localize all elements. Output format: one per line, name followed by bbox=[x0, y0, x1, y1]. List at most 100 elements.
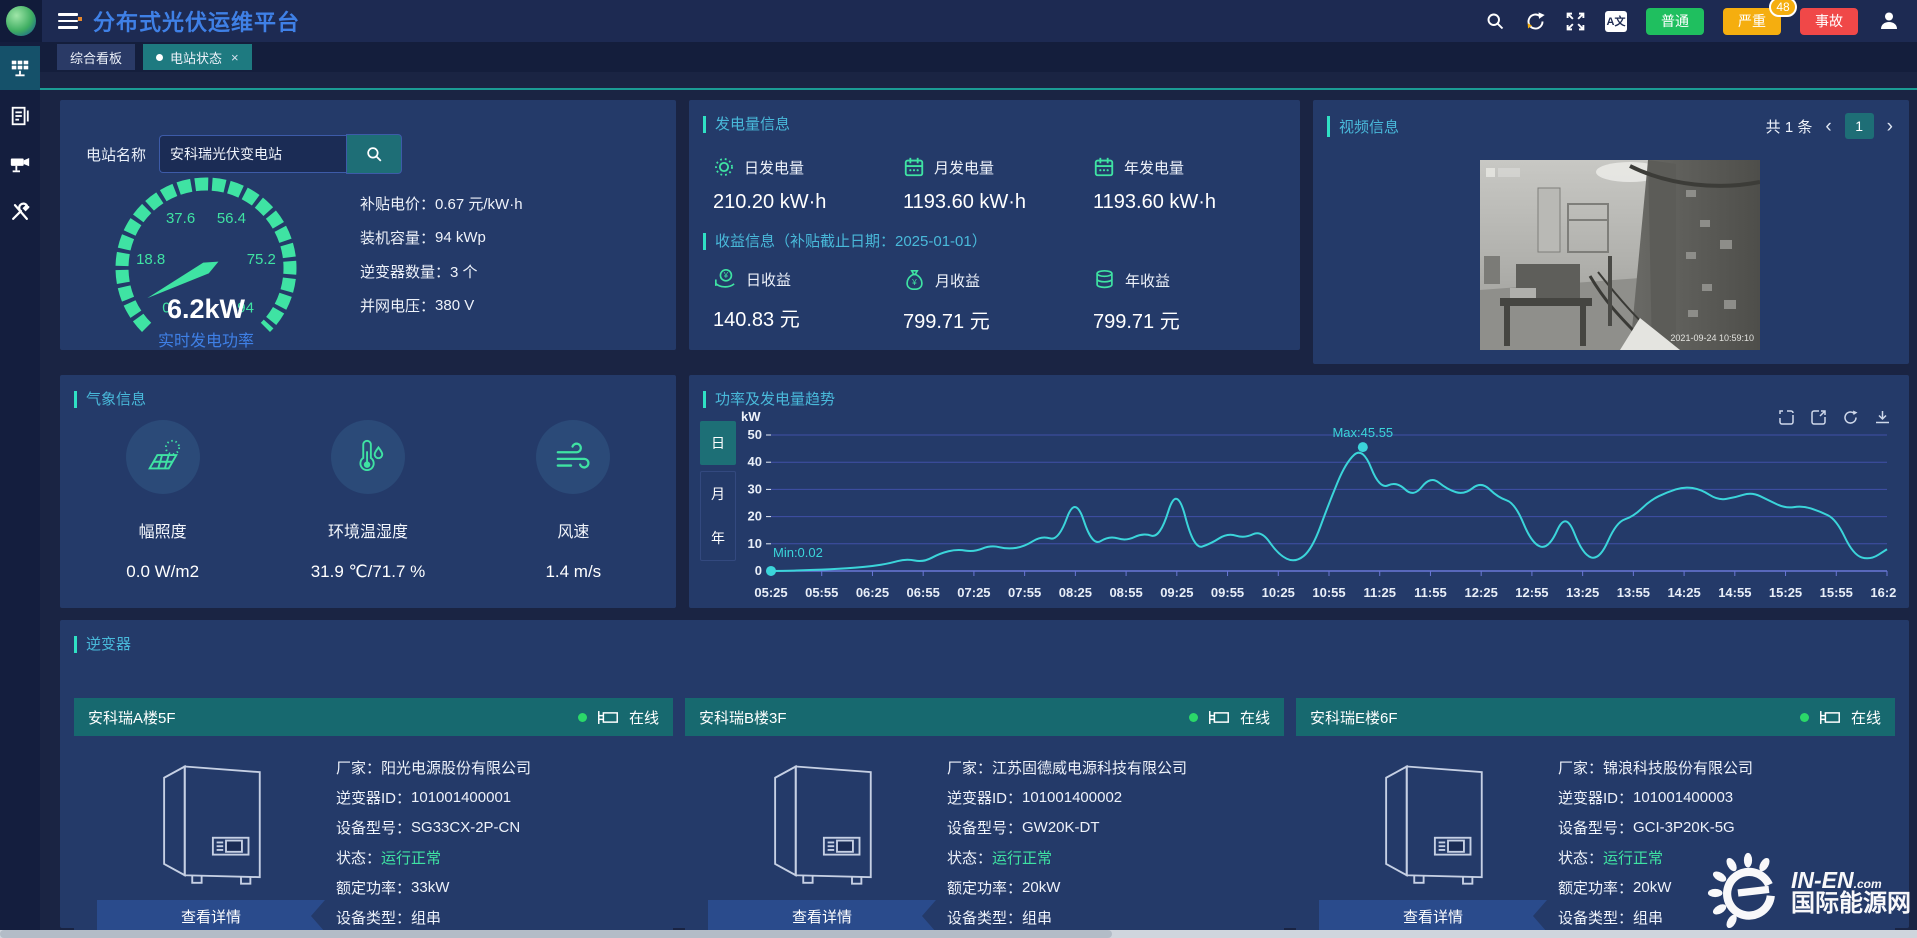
generation-grid: 日发电量 210.20 kW·h 月发电量 1193.60 kW·h 年发电量 … bbox=[713, 156, 1283, 214]
page-number[interactable]: 1 bbox=[1845, 113, 1874, 139]
calendar-icon bbox=[903, 156, 925, 178]
generation-title: 发电量信息 bbox=[703, 113, 790, 134]
alarm-severe-label: 严重 bbox=[1738, 11, 1766, 31]
alarm-accident-button[interactable]: 事故 bbox=[1800, 8, 1858, 35]
irradiance-icon bbox=[142, 438, 184, 476]
period-tab-month[interactable]: 月 bbox=[701, 472, 735, 516]
y-axis-unit: kW bbox=[741, 409, 761, 424]
generation-item: 年发电量 1193.60 kW·h bbox=[1093, 156, 1283, 214]
period-tab-year[interactable]: 年 bbox=[701, 516, 735, 560]
model-row: 设备型号：SG33CX-2P-CN bbox=[336, 812, 669, 842]
tab-station-status[interactable]: 电站状态 × bbox=[143, 44, 252, 70]
inverter-id-row: 逆变器ID：101001400003 bbox=[1558, 782, 1891, 812]
translate-icon[interactable]: A文 bbox=[1605, 11, 1627, 32]
trend-chart-title: 功率及发电量趋势 bbox=[703, 388, 835, 409]
tab-close-icon[interactable]: × bbox=[231, 50, 239, 65]
svg-text:40: 40 bbox=[748, 454, 762, 469]
generation-panel: 发电量信息 日发电量 210.20 kW·h 月发电量 1193.60 kW·h bbox=[689, 100, 1300, 350]
svg-text:20: 20 bbox=[748, 509, 762, 524]
severe-count-badge: 48 bbox=[1769, 0, 1797, 17]
temperature-humidity-value: 31.9 ℃/71.7 % bbox=[265, 562, 470, 582]
scrollbar-thumb[interactable] bbox=[0, 930, 1112, 938]
status-row: 状态：运行正常 bbox=[947, 842, 1280, 872]
refresh-icon[interactable] bbox=[1525, 11, 1546, 32]
menu-icon[interactable] bbox=[58, 13, 78, 29]
video-panel: 视频信息 共 1 条 ‹ 1 › bbox=[1313, 100, 1909, 364]
cctv-video-frame[interactable]: 2021-09-24 10:59:10 bbox=[1480, 160, 1760, 350]
watermark-brand-suffix: .com bbox=[1854, 877, 1882, 891]
alarm-normal-button[interactable]: 普通 bbox=[1646, 8, 1704, 35]
weather-panel: 气象信息 幅照度 0.0 W/m2 环境温湿度 31.9 ℃/71.7 % 风速… bbox=[60, 375, 676, 608]
gauge-value: 6.2kW bbox=[86, 294, 326, 325]
station-search-button[interactable] bbox=[346, 134, 402, 174]
view-detail-button[interactable]: 查看详情 bbox=[97, 900, 325, 932]
sun-icon bbox=[713, 156, 735, 178]
tab-overview-label: 综合看板 bbox=[70, 48, 122, 67]
svg-text:¥: ¥ bbox=[911, 277, 917, 287]
revenue-item: 年收益 799.71 元 bbox=[1093, 268, 1283, 334]
search-icon bbox=[365, 145, 384, 164]
rated-power-row: 额定功率：33kW bbox=[336, 872, 669, 902]
report-icon bbox=[9, 105, 31, 127]
cctv-image bbox=[1480, 160, 1760, 350]
svg-text:10: 10 bbox=[748, 536, 762, 551]
weather-grid: 幅照度 0.0 W/m2 环境温湿度 31.9 ℃/71.7 % 风速 1.4 … bbox=[60, 420, 676, 582]
svg-text:14:25: 14:25 bbox=[1667, 585, 1700, 600]
svg-text:30: 30 bbox=[748, 481, 762, 496]
station-panel: 电站名称 018.837.656.475.294 6.2kW 实时发电功率 补贴… bbox=[60, 100, 676, 350]
horizontal-scrollbar[interactable] bbox=[0, 930, 1917, 938]
period-tab-day[interactable]: 日 bbox=[700, 421, 736, 465]
inverter-device-icon bbox=[1358, 744, 1508, 894]
page-prev-icon[interactable]: ‹ bbox=[1825, 117, 1831, 136]
yearly-revenue-value: 799.71 元 bbox=[1093, 305, 1283, 334]
alarm-severe-button[interactable]: 严重 48 bbox=[1723, 8, 1781, 35]
station-name-label: 电站名称 bbox=[86, 144, 146, 165]
svg-text:50: 50 bbox=[748, 427, 762, 442]
online-dot bbox=[1800, 713, 1809, 722]
svg-text:10:55: 10:55 bbox=[1312, 585, 1345, 600]
online-label: 在线 bbox=[1240, 707, 1270, 728]
device-type-row: 设备类型：组串 bbox=[336, 902, 669, 932]
wind-speed-label: 风速 bbox=[471, 518, 676, 542]
view-detail-button[interactable]: 查看详情 bbox=[1319, 900, 1547, 932]
sidebar bbox=[0, 42, 40, 938]
inverter-card-2: 安科瑞B楼3F 在线 查看详情 厂家：江苏固德威电源科技有限公司 逆变器ID：1 bbox=[685, 698, 1284, 938]
weather-title: 气象信息 bbox=[74, 388, 146, 409]
video-title: 视频信息 bbox=[1327, 116, 1399, 137]
watermark-name: 国际能源网 bbox=[1791, 892, 1911, 916]
svg-text:07:25: 07:25 bbox=[957, 585, 990, 600]
inverters-panel: 逆变器 安科瑞A楼5F 在线 查看详情 bbox=[60, 620, 1909, 928]
rated-power-row: 额定功率：20kW bbox=[947, 872, 1280, 902]
weather-item: 风速 1.4 m/s bbox=[471, 420, 676, 582]
monthly-generation-value: 1193.60 kW·h bbox=[903, 191, 1093, 214]
user-icon[interactable] bbox=[1877, 9, 1901, 33]
watermark: IN-EN.com 国际能源网 bbox=[1707, 852, 1911, 934]
model-row: 设备型号：GW20K-DT bbox=[947, 812, 1280, 842]
online-label: 在线 bbox=[1851, 707, 1881, 728]
inverter-cards: 安科瑞A楼5F 在线 查看详情 厂家：阳光电源股份有限公司 逆变器ID：1010 bbox=[74, 698, 1895, 918]
tools-icon bbox=[9, 201, 31, 223]
svg-text:06:55: 06:55 bbox=[907, 585, 940, 600]
svg-text:¥: ¥ bbox=[724, 271, 729, 280]
revenue-title: 收益信息（补贴截止日期：2025-01-01） bbox=[703, 230, 987, 251]
inverter-name: 安科瑞B楼3F bbox=[699, 707, 787, 728]
sidebar-item-tools[interactable] bbox=[0, 190, 40, 234]
revenue-grid: ¥ 日收益 140.83 元 ¥ 月收益 799.71 元 年收益 799.71… bbox=[713, 268, 1283, 334]
trend-line-chart[interactable]: 0102030405005:2505:5506:2506:5507:2507:5… bbox=[741, 423, 1897, 601]
page-next-icon[interactable]: › bbox=[1887, 117, 1893, 136]
sidebar-item-report[interactable] bbox=[0, 94, 40, 138]
tab-overview[interactable]: 综合看板 bbox=[57, 44, 135, 70]
temperature-humidity-label: 环境温湿度 bbox=[265, 518, 470, 542]
sidebar-item-video[interactable] bbox=[0, 142, 40, 186]
vendor-row: 厂家：锦浪科技股份有限公司 bbox=[1558, 752, 1891, 782]
search-icon[interactable] bbox=[1485, 11, 1506, 32]
coins-icon bbox=[1093, 268, 1116, 292]
fullscreen-icon[interactable] bbox=[1565, 11, 1586, 32]
tab-bar: 综合看板 电站状态 × bbox=[0, 42, 1917, 72]
main-content: 电站名称 018.837.656.475.294 6.2kW 实时发电功率 补贴… bbox=[40, 72, 1917, 938]
view-detail-button[interactable]: 查看详情 bbox=[708, 900, 936, 932]
weather-item: 幅照度 0.0 W/m2 bbox=[60, 420, 265, 582]
yearly-generation-value: 1193.60 kW·h bbox=[1093, 191, 1283, 214]
top-bar: 分布式光伏运维平台 A文 普通 严重 48 事故 bbox=[0, 0, 1917, 42]
sidebar-item-dashboard[interactable] bbox=[0, 46, 40, 90]
